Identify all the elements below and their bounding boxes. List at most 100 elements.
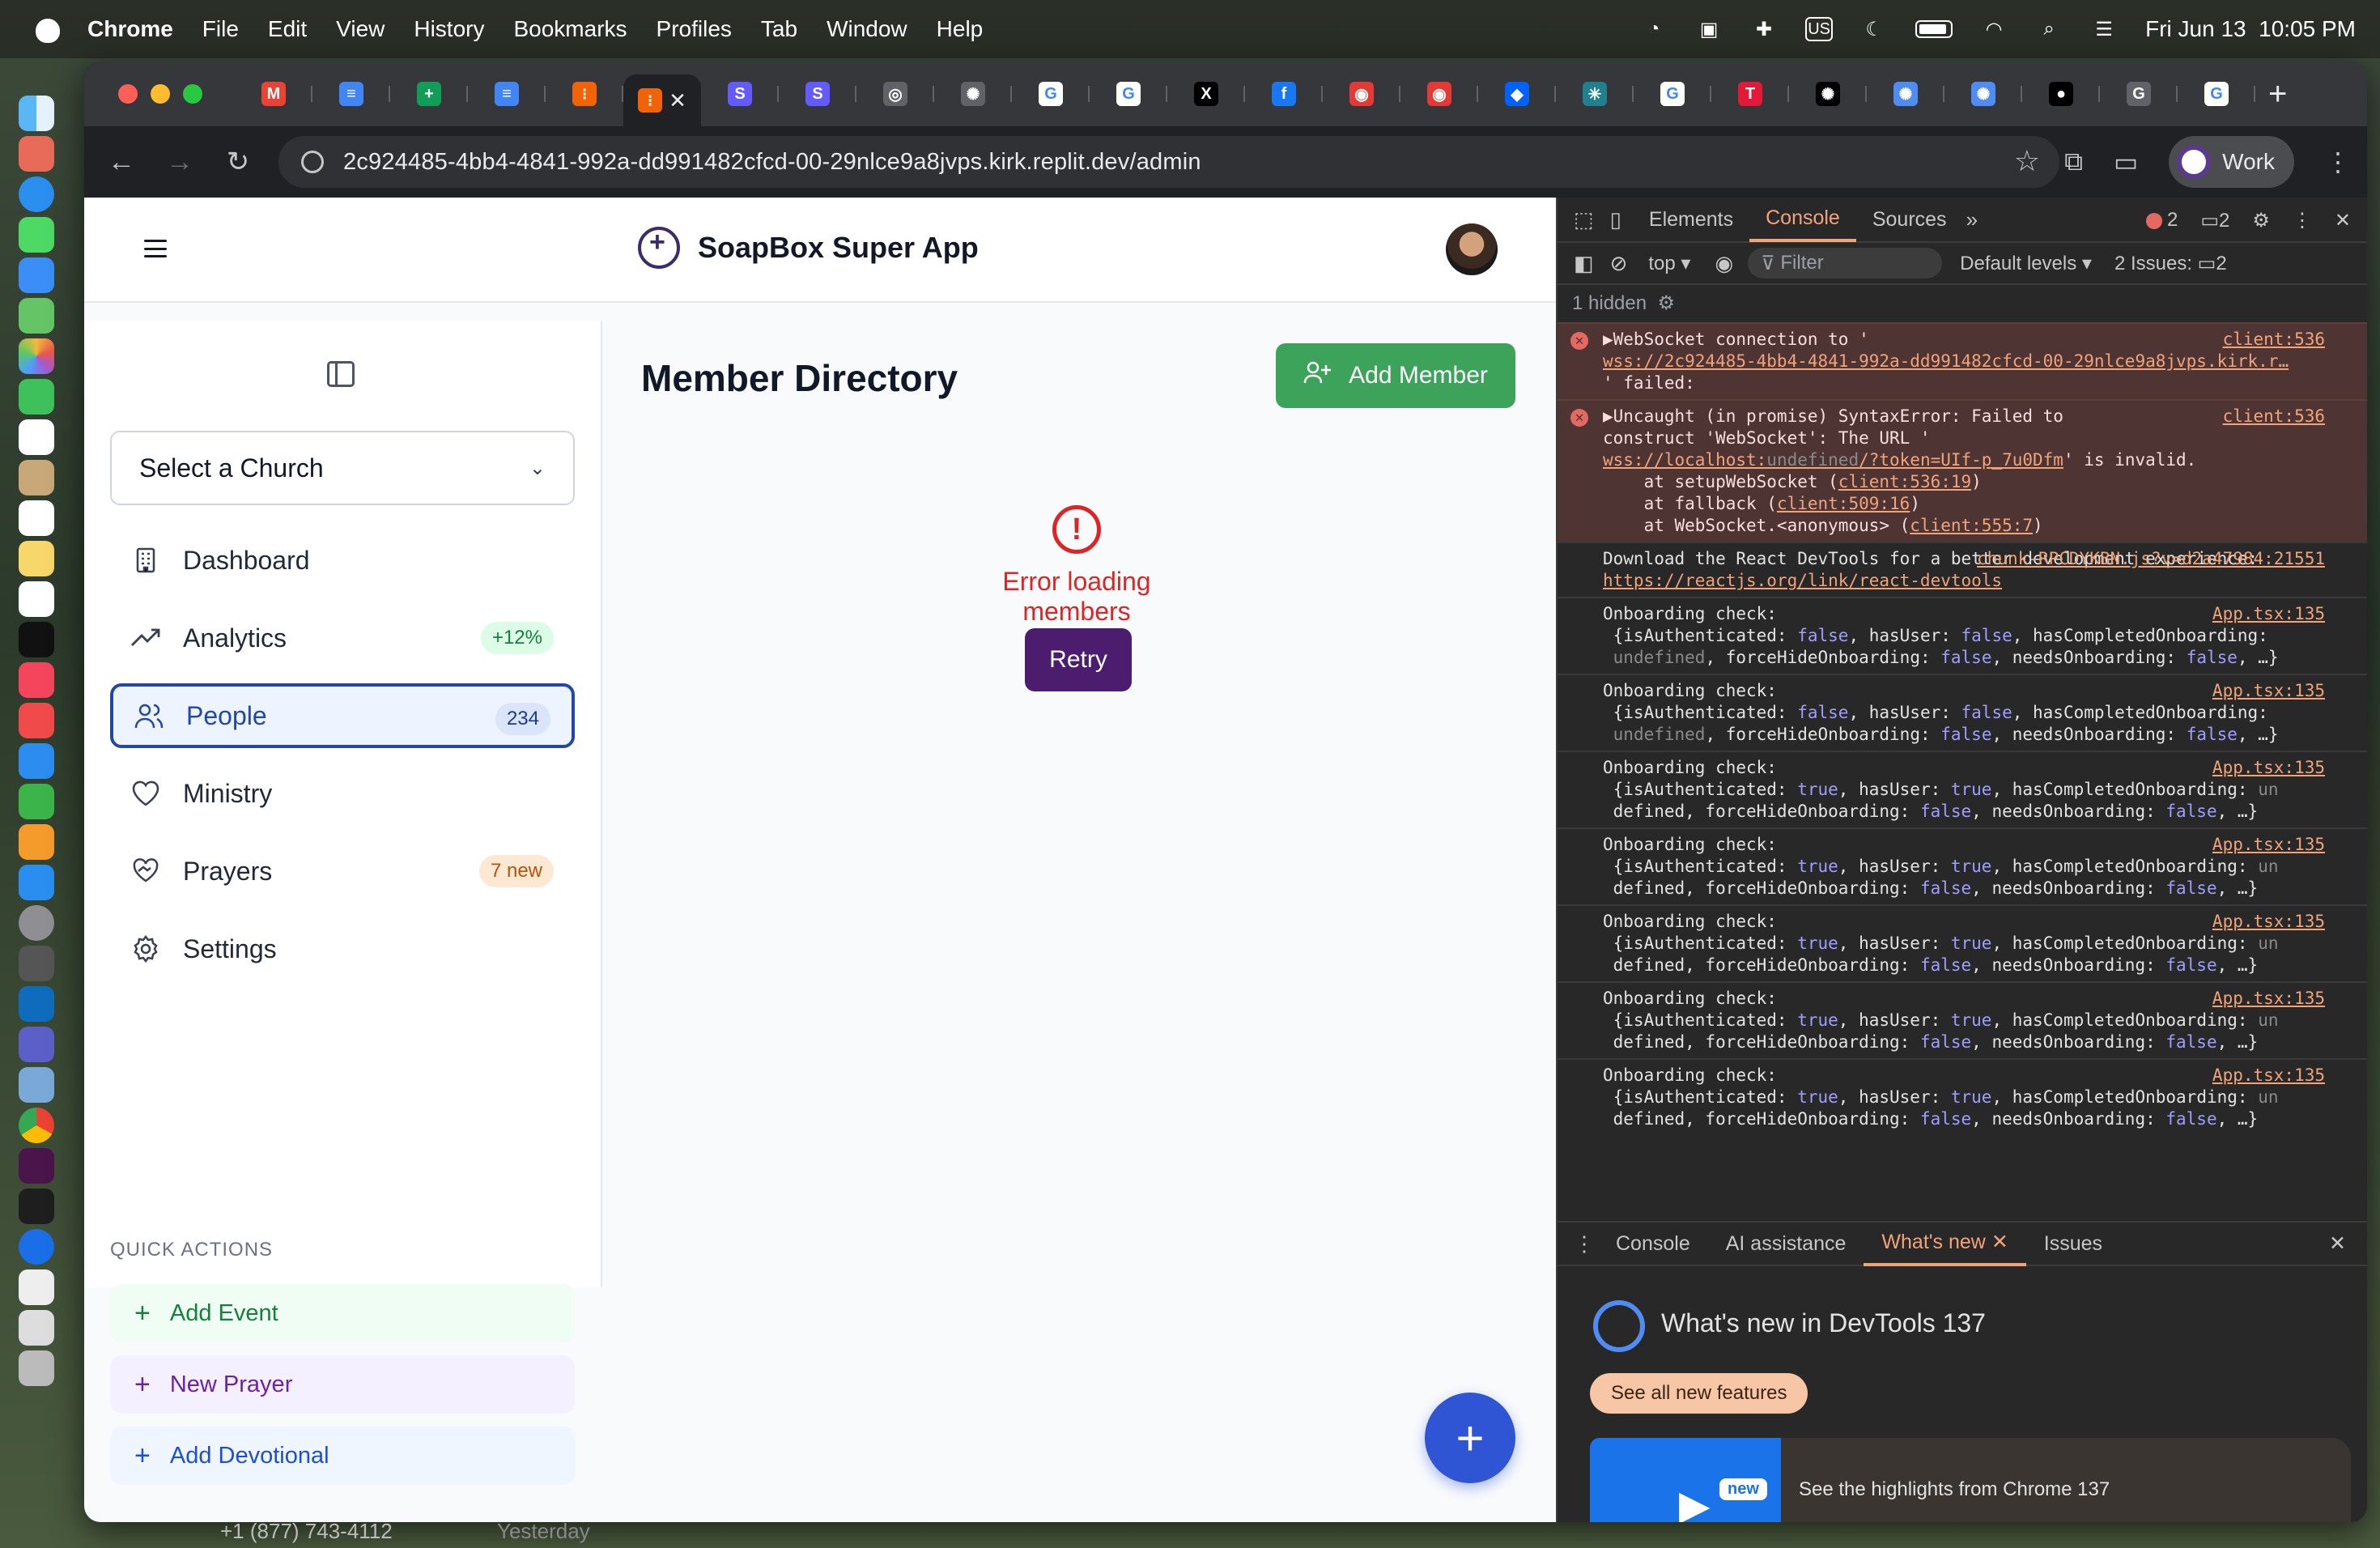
source-link[interactable]: client:536 [2223,406,2325,427]
preview-icon[interactable] [19,1067,54,1103]
maps-icon[interactable] [19,298,54,334]
source-link[interactable]: chunk-RPCDYKBN.js?v=d2a47984:21551 [1977,548,2325,570]
drawer-tab-whats-new[interactable]: What's new ✕ [1864,1221,2026,1266]
kebab-menu-icon[interactable]: ⋮ [2293,209,2312,232]
browser-tab[interactable]: G [2178,71,2255,117]
church-select[interactable]: Select a Church ⌄ [110,431,575,505]
slack-icon[interactable] [19,1148,54,1184]
sidebar-item-dashboard[interactable]: Dashboard [110,528,575,593]
console-log-message[interactable]: chunk-RPCDYKBN.js?v=d2a47984:21551 Downlo… [1558,542,2367,597]
calendar-icon[interactable] [19,419,54,455]
drawer-menu-icon[interactable]: ⋮ [1574,1231,1595,1257]
back-icon[interactable]: ← [92,147,151,178]
reload-icon[interactable]: ↻ [209,146,267,178]
close-tab-icon[interactable]: ✕ [1991,1230,2008,1254]
screen-share-icon[interactable]: ▣ [1695,17,1723,41]
browser-tab[interactable]: M [235,71,312,117]
console-log-message[interactable]: App.tsx:135 Onboarding check: {isAuthenti… [1558,827,2367,904]
user-avatar[interactable] [1446,223,1498,275]
close-tab-icon[interactable]: ✕ [669,88,686,113]
inspect-element-icon[interactable]: ⬚ [1574,207,1594,232]
issues-counter[interactable]: 2 Issues: ▭2 [2114,252,2227,275]
freeform-icon[interactable] [19,581,54,617]
browser-tab[interactable]: T [1711,71,1789,117]
iphone-mirroring-icon[interactable] [19,946,54,981]
terminal-icon[interactable] [19,1189,54,1224]
downloads-icon[interactable] [19,1310,54,1346]
menu-profiles[interactable]: Profiles [657,16,732,42]
source-link[interactable]: App.tsx:135 [2212,680,2325,702]
news-icon[interactable] [19,703,54,738]
source-link[interactable]: App.tsx:135 [2212,757,2325,779]
1password-icon[interactable] [19,1229,54,1265]
console-output[interactable]: ✕ client:536 ▶WebSocket connection to ' ws… [1558,322,2367,1278]
moon-icon[interactable]: ☾ [1860,17,1888,41]
new-tab-button[interactable]: + [2268,76,2287,113]
console-error-message[interactable]: ✕ client:536 ▶Uncaught (in promise) Syntax… [1558,399,2367,542]
photos-icon[interactable] [19,338,54,374]
source-link[interactable]: App.tsx:135 [2212,834,2325,856]
url-text[interactable]: 2c924485-4bb4-4841-992a-dd991482cfcd-00-… [343,149,1201,176]
video-thumbnail[interactable]: ▶ new [1590,1438,1781,1522]
menu-view[interactable]: View [336,16,385,42]
cast-icon[interactable]: ▭ [2114,147,2138,177]
messages-icon[interactable] [19,217,54,253]
browser-tab[interactable]: ◎ [856,71,934,117]
safari-icon[interactable] [19,176,54,212]
log-levels-select[interactable]: Default levels ▾ [1960,252,2092,275]
browser-tab[interactable]: ⁝ ✕ [623,74,701,126]
browser-tab[interactable]: f [1245,71,1323,117]
console-log-message[interactable]: App.tsx:135 Onboarding check: {isAuthenti… [1558,981,2367,1058]
console-error-message[interactable]: ✕ client:536 ▶WebSocket connection to ' ws… [1558,322,2367,399]
close-devtools-icon[interactable]: ✕ [2335,209,2351,232]
address-bar[interactable]: 2c924485-4bb4-4841-992a-dd991482cfcd-00-… [278,136,2059,188]
zoom-window-button[interactable] [183,84,202,104]
tab-console[interactable]: Console [1749,197,1856,242]
control-center-icon[interactable]: ☰ [2090,17,2118,41]
close-window-button[interactable] [118,84,138,104]
source-link[interactable]: App.tsx:135 [2212,603,2325,625]
tv-icon[interactable] [19,622,54,657]
keynote-icon[interactable] [19,743,54,779]
browser-tab[interactable]: G [1090,71,1167,117]
clear-console-icon[interactable]: ⊘ [1610,251,1628,276]
mail-icon[interactable] [19,257,54,293]
device-toolbar-icon[interactable]: ▯ [1610,207,1621,232]
browser-tab[interactable]: ✺ [1944,71,2022,117]
forward-icon[interactable]: → [151,147,209,178]
menu-tab[interactable]: Tab [761,16,797,42]
browser-tab[interactable]: ✺ [1867,71,1944,117]
browser-tab[interactable]: X [1167,71,1245,117]
system-settings-icon[interactable] [19,905,54,941]
context-select[interactable]: top ▾ [1648,252,1690,275]
highlights-card[interactable]: ▶ new See the highlights from Chrome 137 [1590,1438,2351,1522]
console-log-message[interactable]: App.tsx:135 Onboarding check: {isAuthenti… [1558,751,2367,827]
console-log-message[interactable]: App.tsx:135 Onboarding check: {isAuthenti… [1558,1058,2367,1135]
source-link[interactable]: App.tsx:135 [2212,1065,2325,1087]
console-log-message[interactable]: App.tsx:135 Onboarding check: {isAuthenti… [1558,674,2367,751]
menu-app-name[interactable]: Chrome [87,16,173,42]
settings-gear-icon[interactable]: ⚙ [2252,209,2270,232]
close-drawer-icon[interactable]: ✕ [2329,1231,2346,1256]
app-store-icon[interactable] [19,865,54,900]
settings-gear-icon[interactable]: ⚙ [1657,292,1675,314]
console-log-message[interactable]: App.tsx:135 Onboarding check: {isAuthenti… [1558,904,2367,981]
browser-tab[interactable]: ≡ [312,71,390,117]
trash-icon[interactable] [19,1350,54,1386]
site-info-icon[interactable] [301,151,324,173]
extensions-icon[interactable]: ⧉ [2064,147,2083,177]
more-tabs-icon[interactable]: » [1966,207,1978,232]
brand[interactable]: SoapBox Super App [638,227,979,269]
numbers-icon[interactable] [19,784,54,819]
sidebar-item-settings[interactable]: Settings [110,916,575,981]
outlook-icon[interactable] [19,986,54,1022]
reminders-icon[interactable] [19,500,54,536]
browser-tab[interactable]: ● [2022,71,2100,117]
wifi-icon[interactable]: ◠ [1980,17,2008,41]
add-member-button[interactable]: Add Member [1276,343,1515,408]
vpn-icon[interactable]: ◔ [1640,17,1668,41]
bookmark-star-icon[interactable]: ☆ [2014,144,2040,178]
browser-tab[interactable]: G [1634,71,1711,117]
menu-edit[interactable]: Edit [268,16,307,42]
menu-file[interactable]: File [202,16,239,42]
